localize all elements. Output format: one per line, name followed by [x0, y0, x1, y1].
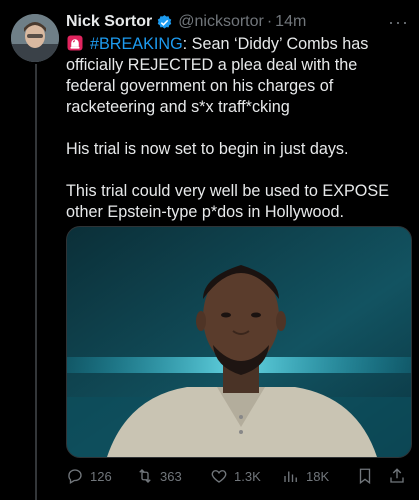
- photo-portrait: [67, 227, 411, 457]
- avatar[interactable]: [11, 14, 59, 62]
- share-button[interactable]: [388, 467, 406, 485]
- action-bar: 126 363 1.3K 18K: [66, 464, 411, 488]
- views-button[interactable]: 18K: [282, 467, 352, 485]
- bookmark-icon: [359, 468, 371, 485]
- reply-count: 126: [90, 468, 112, 484]
- more-options-icon[interactable]: ···: [388, 12, 409, 33]
- hashtag-breaking[interactable]: #BREAKING: [90, 35, 183, 53]
- post-text: #BREAKING: Sean ‘Diddy’ Combs has offici…: [66, 34, 411, 244]
- post-paragraph-2: His trial is now set to begin in just da…: [66, 140, 349, 158]
- siren-icon: [67, 35, 83, 51]
- post-paragraph-3: This trial could very well be used to EX…: [66, 182, 389, 221]
- verified-badge-icon: [158, 14, 172, 29]
- views-count: 18K: [306, 468, 330, 484]
- reply-icon: [68, 469, 82, 484]
- share-icon: [390, 468, 404, 483]
- reply-button[interactable]: 126: [66, 467, 136, 485]
- avatar-image: [11, 14, 59, 62]
- post-time[interactable]: 14m: [275, 13, 306, 31]
- post-image[interactable]: [66, 226, 412, 458]
- repost-icon: [139, 469, 151, 483]
- repost-count: 363: [160, 468, 182, 484]
- like-count: 1.3K: [234, 468, 261, 484]
- author-handle[interactable]: @nicksortor: [178, 13, 264, 31]
- post-paragraph-1: #BREAKING: Sean ‘Diddy’ Combs has offici…: [66, 34, 411, 118]
- like-button[interactable]: 1.3K: [210, 467, 282, 485]
- views-icon: [284, 471, 297, 482]
- bookmark-button[interactable]: [356, 467, 374, 485]
- author-name[interactable]: Nick Sortor: [66, 13, 152, 31]
- like-icon: [211, 470, 227, 483]
- post-header: Nick Sortor @nicksortor · 14m ···: [66, 12, 409, 32]
- thread-line: [35, 64, 37, 500]
- separator-dot: ·: [266, 13, 273, 30]
- repost-button[interactable]: 363: [136, 467, 210, 485]
